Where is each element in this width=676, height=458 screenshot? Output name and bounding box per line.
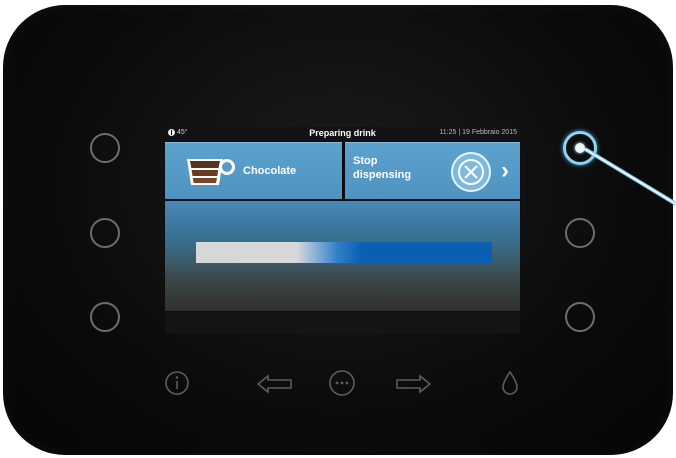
stop-dispensing-label: Stop dispensing [353, 154, 443, 182]
datetime: 11:25 | 19 Febbraio 2015 [439, 129, 517, 136]
drink-tile[interactable]: Chocolate [165, 142, 342, 199]
stop-label-line2: dispensing [353, 169, 412, 181]
chevron-right-icon[interactable]: › [501, 157, 509, 185]
drink-label: Chocolate [243, 165, 297, 177]
display-screen: 45° Preparing drink 11:25 | 19 Febbraio … [164, 127, 521, 334]
stop-label-line1: Stop [353, 155, 378, 167]
info-icon[interactable] [164, 370, 190, 396]
screen-bottom-strip [165, 312, 520, 334]
chocolate-cup-icon [187, 159, 235, 185]
status-bar: 45° Preparing drink 11:25 | 19 Febbraio … [164, 127, 521, 141]
stop-dispensing-tile[interactable]: Stop dispensing › [345, 142, 520, 199]
cancel-x-icon[interactable] [451, 152, 491, 192]
arrow-left-icon[interactable] [256, 373, 294, 395]
more-dots-icon[interactable] [328, 369, 356, 397]
progress-area [165, 201, 520, 311]
arrow-right-icon[interactable] [394, 373, 432, 395]
dispensing-progress-bar [196, 242, 492, 263]
drop-icon[interactable] [500, 370, 520, 396]
